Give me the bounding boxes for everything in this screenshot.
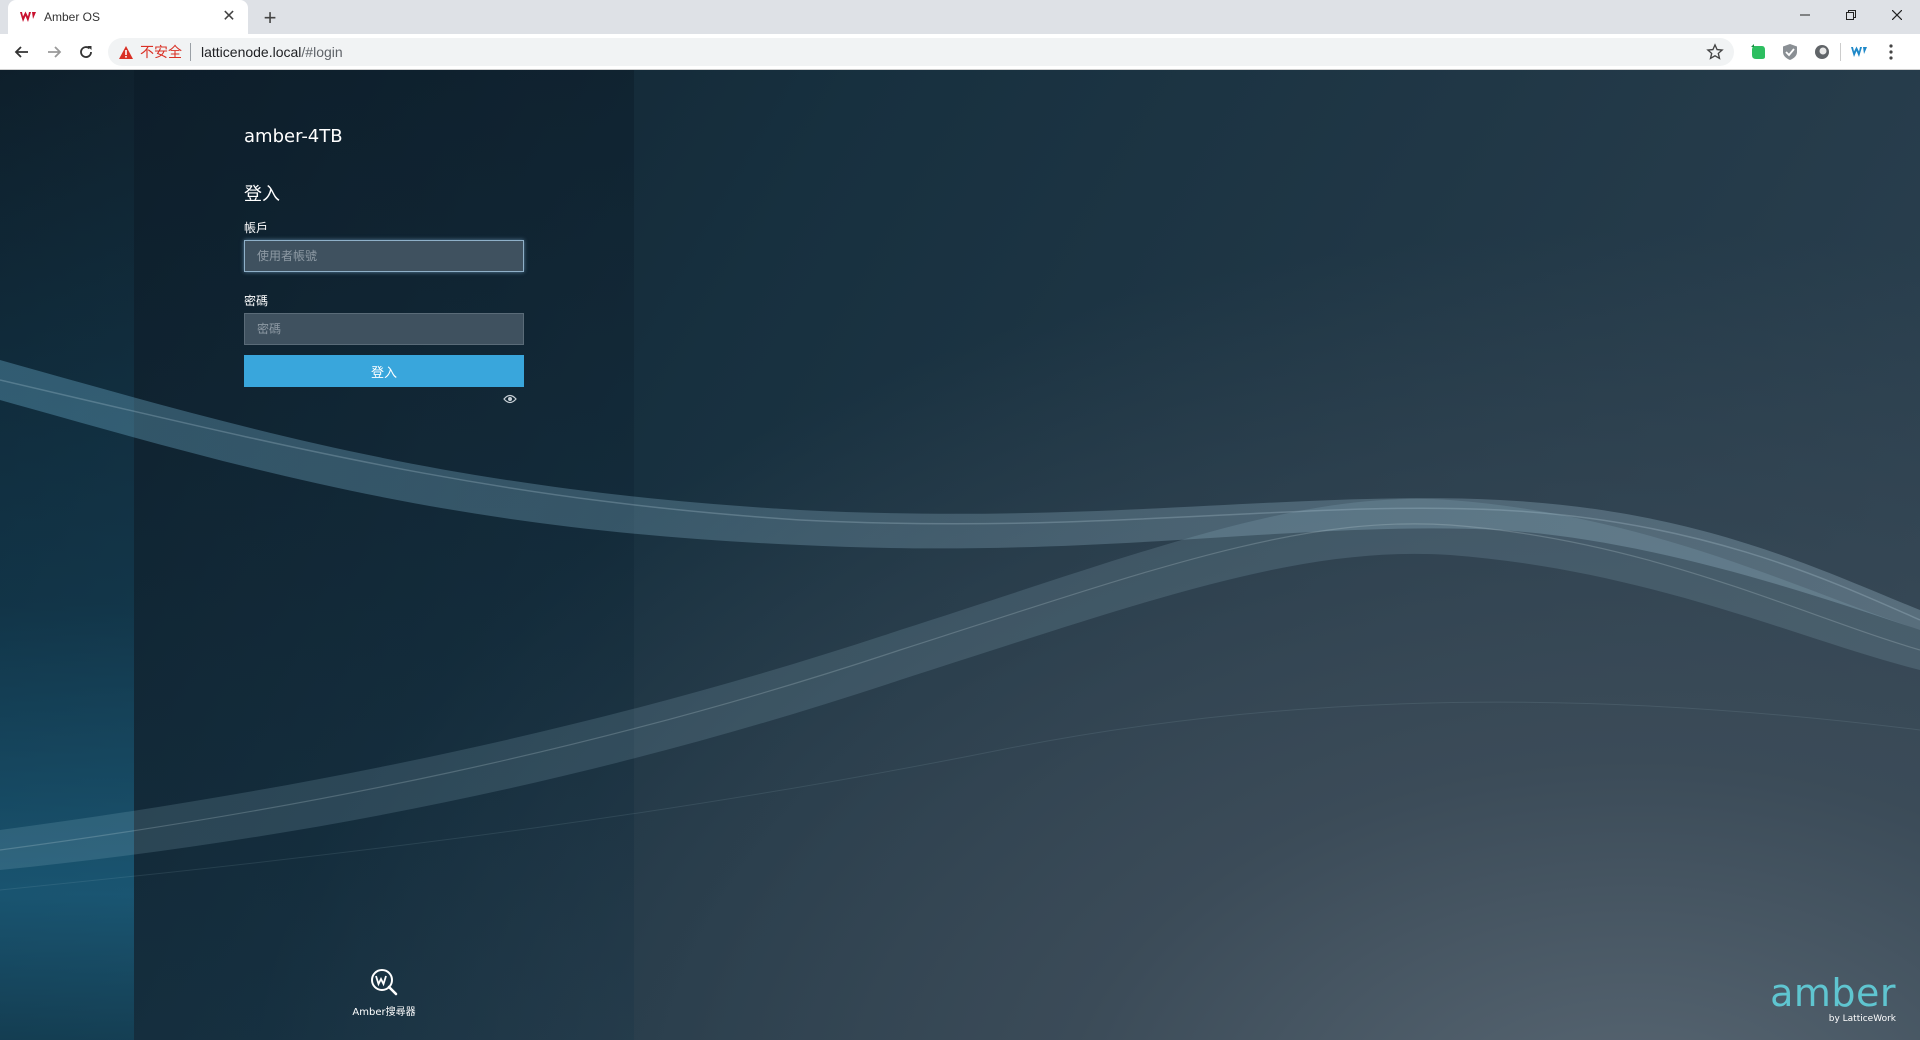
close-window-icon[interactable] <box>1874 0 1920 30</box>
amber-finder-label: Amber搜尋器 <box>352 1007 416 1018</box>
extension-separator <box>1840 43 1841 61</box>
circle-extension-icon[interactable] <box>1806 38 1838 66</box>
tab-title: Amber OS <box>44 10 101 24</box>
browser-menu-icon[interactable] <box>1875 38 1907 66</box>
login-page: amber-4TB 登入 帳戶 密碼 登入 Amber搜尋器 amber by … <box>0 70 1920 1040</box>
address-separator <box>190 43 191 61</box>
new-tab-button[interactable]: + <box>258 6 282 30</box>
restore-icon[interactable] <box>1828 0 1874 30</box>
device-name: amber-4TB <box>244 126 343 147</box>
reload-icon[interactable] <box>72 38 100 66</box>
account-label: 帳戶 <box>244 221 269 235</box>
amber-finder-link[interactable]: Amber搜尋器 <box>346 968 422 1018</box>
back-arrow-icon[interactable] <box>8 38 36 66</box>
insecure-label[interactable]: 不安全 <box>140 42 182 62</box>
amber-finder-icon <box>369 968 399 1001</box>
shield-extension-icon[interactable] <box>1774 38 1806 66</box>
window-controls <box>1782 0 1920 30</box>
forward-arrow-icon[interactable] <box>40 38 68 66</box>
password-label: 密碼 <box>244 294 269 308</box>
lattice-extension-icon[interactable] <box>1843 38 1875 66</box>
extensions-area <box>1742 38 1907 66</box>
amber-brand-logo: amber by LatticeWork <box>1770 974 1896 1024</box>
login-button[interactable]: 登入 <box>244 355 524 387</box>
bookmark-star-icon[interactable] <box>1706 43 1724 61</box>
evernote-icon[interactable] <box>1742 38 1774 66</box>
password-input[interactable] <box>244 313 524 345</box>
browser-tab[interactable]: Amber OS ✕ <box>8 0 248 34</box>
background-waves <box>0 360 1920 891</box>
url-path: /#login <box>301 44 343 60</box>
account-input[interactable] <box>244 240 524 272</box>
brand-name: amber <box>1770 971 1896 1015</box>
warning-icon <box>118 44 134 60</box>
tab-close-icon[interactable]: ✕ <box>220 8 238 26</box>
minimize-icon[interactable] <box>1782 0 1828 30</box>
url-host: latticenode.local <box>201 44 302 60</box>
browser-toolbar: 不安全 latticenode.local /#login <box>0 34 1920 70</box>
login-heading: 登入 <box>244 184 280 205</box>
amber-favicon-icon <box>20 9 36 25</box>
browser-tab-bar: Amber OS ✕ + <box>0 0 1920 34</box>
show-password-eye-icon[interactable] <box>502 391 518 407</box>
address-bar[interactable]: 不安全 latticenode.local /#login <box>108 38 1734 66</box>
brand-subtitle: by LatticeWork <box>1828 1014 1896 1024</box>
